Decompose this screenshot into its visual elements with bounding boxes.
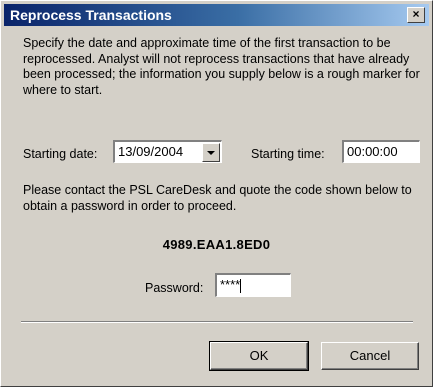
cancel-button[interactable]: Cancel <box>321 342 419 370</box>
separator <box>21 321 413 323</box>
starting-date-value: 13/09/2004 <box>118 144 184 159</box>
intro-text: Specify the date and approximate time of… <box>23 36 420 97</box>
starting-time-value: 00:00:00 <box>347 144 398 159</box>
text-caret <box>240 278 242 293</box>
ok-button[interactable]: OK <box>209 341 309 371</box>
title-bar[interactable]: Reprocess Transactions × <box>4 4 429 26</box>
contact-text: Please contact the PSL CareDesk and quot… <box>23 183 412 213</box>
password-label: Password: <box>145 281 204 295</box>
chevron-down-icon <box>207 151 215 155</box>
window-title: Reprocess Transactions <box>10 7 172 23</box>
starting-date-select[interactable]: 13/09/2004 <box>113 140 222 163</box>
close-icon: × <box>412 7 420 21</box>
starting-time-input[interactable]: 00:00:00 <box>342 140 420 163</box>
starting-time-label: Starting time: <box>251 147 325 161</box>
date-dropdown-button[interactable] <box>202 143 220 162</box>
request-code: 4989.EAA1.8ED0 <box>162 237 271 252</box>
reprocess-transactions-dialog: Reprocess Transactions × Specify the dat… <box>0 0 433 387</box>
starting-date-label: Starting date: <box>23 147 98 161</box>
password-input[interactable]: **** <box>215 273 291 297</box>
close-button[interactable]: × <box>407 7 425 23</box>
password-masked-value: **** <box>220 277 241 292</box>
